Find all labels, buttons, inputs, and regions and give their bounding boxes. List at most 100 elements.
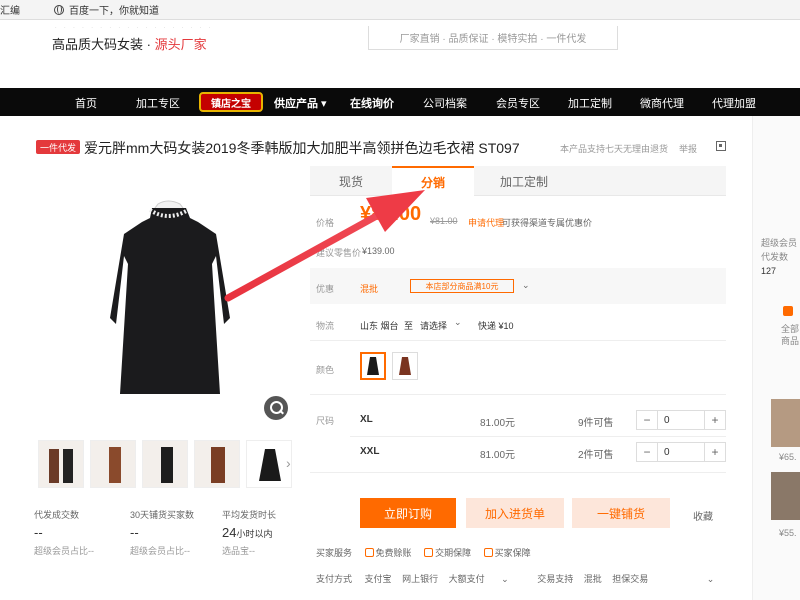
quantity-input[interactable]: 0 <box>657 443 705 461</box>
thumbnail[interactable] <box>38 440 84 488</box>
add-to-cart-button[interactable]: 加入进货单 <box>466 498 564 528</box>
main-nav: 首页 加工专区 镇店之宝 供应产品 ▾ 在线询价 公司档案 会员专区 加工定制 … <box>0 88 800 116</box>
shipping-destination-select[interactable]: 请选择 <box>420 319 447 332</box>
shop-header: · · · · · · · · · · · · · · · · · · 高品质大… <box>0 20 800 88</box>
main-product-image[interactable] <box>40 168 290 418</box>
minus-button[interactable]: − <box>637 411 657 429</box>
promo-type: 混批 <box>360 284 379 294</box>
size-price: 81.00元 <box>480 450 516 461</box>
side-label[interactable]: 商品 <box>781 334 799 347</box>
seller-stats: 代发成交数 -- 超级会员占比-- 30天铺货买家数 -- 超级会员占比-- 平… <box>34 508 304 568</box>
nav-item-wechat-agent[interactable]: 微商代理 <box>640 95 684 111</box>
chevron-down-icon[interactable]: ⌄ <box>501 574 509 584</box>
report-link[interactable]: 举报 <box>679 142 697 155</box>
chevron-down-icon[interactable]: ⌄ <box>454 317 462 328</box>
thumbnail[interactable] <box>90 440 136 488</box>
service-item[interactable]: 免费赊账 <box>376 548 412 558</box>
tab-custom-processing[interactable]: 加工定制 <box>474 166 574 196</box>
nav-item-home[interactable]: 首页 <box>75 95 97 111</box>
color-swatch-black[interactable] <box>360 352 386 380</box>
divider <box>310 394 726 395</box>
qrcode-icon[interactable] <box>716 141 726 151</box>
thumbnail-strip <box>38 440 298 488</box>
services-label: 买家服务 <box>316 548 353 558</box>
buy-now-button[interactable]: 立即订购 <box>360 498 456 528</box>
stat-label: 30天铺货买家数 <box>130 510 195 520</box>
one-click-list-button[interactable]: 一键铺货 <box>572 498 670 528</box>
chevron-right-icon[interactable]: › <box>286 455 296 471</box>
size-stock: 9件可售 <box>578 418 614 429</box>
stat-value: -- <box>34 525 43 540</box>
bookmarks-bar: 汇编 百度一下，你就知道 <box>0 0 800 20</box>
minus-button[interactable]: − <box>637 443 657 461</box>
side-product-image[interactable] <box>771 399 800 447</box>
side-label: 超级会员 <box>761 238 798 248</box>
stat-label: 代发成交数 <box>34 510 80 520</box>
stat-unit: 小时以内 <box>236 529 273 539</box>
tab-distribution[interactable]: 分销 <box>392 166 474 196</box>
slogan-accent: 源头厂家 <box>154 37 207 52</box>
stat-dropship-orders: 代发成交数 -- 超级会员占比-- <box>34 508 124 557</box>
zoom-icon[interactable] <box>264 396 288 420</box>
plus-button[interactable]: + <box>705 443 725 461</box>
tab-in-stock[interactable]: 现货 <box>310 166 392 196</box>
bookmark-item[interactable]: 汇编 <box>0 2 20 17</box>
stat-sub: 选品宝-- <box>222 546 255 556</box>
category-icon <box>783 306 793 316</box>
shield-icon <box>364 548 374 557</box>
bookmark-item[interactable]: 百度一下，你就知道 <box>69 2 159 17</box>
thumbnail[interactable] <box>142 440 188 488</box>
nav-item-custom[interactable]: 加工定制 <box>568 95 612 111</box>
slogan-text: 高品质大码女装 · <box>52 37 155 52</box>
trade-item: 担保交易 <box>612 574 649 584</box>
size-price: 81.00元 <box>480 418 516 429</box>
product-title: 爱元胖mm大码女装2019冬季韩版加大加肥半高领拼色边毛衣裙 ST097 <box>84 140 520 156</box>
plus-button[interactable]: + <box>705 411 725 429</box>
retail-label: 建议零售价 <box>316 248 362 258</box>
stat-buyers: 30天铺货买家数 -- 超级会员占比-- <box>130 508 220 557</box>
promo-detail[interactable]: 本店部分商品满10元 <box>410 279 514 293</box>
color-label: 颜色 <box>316 365 335 375</box>
favorite-button[interactable]: 收藏 <box>693 508 713 523</box>
divider <box>350 436 726 437</box>
stat-number: 24 <box>222 525 237 540</box>
service-item[interactable]: 买家保障 <box>495 548 531 558</box>
retail-price: ¥139.00 <box>362 246 395 256</box>
payment-item: 大额支付 <box>448 574 485 584</box>
stat-value: 24小时以内 <box>222 525 312 540</box>
nav-item-inquiry[interactable]: 在线询价 <box>350 95 394 111</box>
apply-agent-link[interactable]: 申请代理 <box>468 216 504 229</box>
size-row-xxl: XXL 81.00元 2件可售 − 0 + <box>310 438 726 468</box>
thumbnail[interactable] <box>194 440 240 488</box>
side-price: ¥55. <box>779 528 797 538</box>
service-item[interactable]: 交期保障 <box>435 548 471 558</box>
size-name: XXL <box>360 446 380 457</box>
side-value: 127 <box>761 266 777 276</box>
nav-item-company[interactable]: 公司档案 <box>423 95 467 111</box>
stat-value: -- <box>130 525 139 540</box>
nav-item-franchise[interactable]: 代理加盟 <box>712 95 756 111</box>
shipping-express: 快递 ¥10 <box>478 321 514 331</box>
promise-box: 厂家直销 · 品质保证 · 模特实拍 · 一件代发 <box>368 26 618 50</box>
quantity-input[interactable]: 0 <box>657 411 705 429</box>
divider <box>310 340 726 341</box>
original-price: ¥81.00 <box>430 216 458 226</box>
divider <box>310 472 726 473</box>
shop-slogan: 高品质大码女装 · 源头厂家 <box>52 34 207 53</box>
nav-item-products[interactable]: 供应产品 ▾ <box>274 95 327 111</box>
payment-label: 支付方式 <box>316 574 353 584</box>
quantity-stepper: − 0 + <box>636 442 726 462</box>
stat-label: 平均发货时长 <box>222 510 277 520</box>
stat-sub: 超级会员占比-- <box>34 546 94 556</box>
nav-item-processing[interactable]: 加工专区 <box>136 95 180 111</box>
clock-icon <box>424 548 434 557</box>
size-row-xl: XL 81.00元 9件可售 − 0 + <box>310 406 726 436</box>
nav-badge-featured[interactable]: 镇店之宝 <box>199 92 263 112</box>
chevron-down-icon[interactable]: ⌄ <box>522 280 530 291</box>
side-product-image[interactable] <box>771 472 800 520</box>
nav-item-members[interactable]: 会员专区 <box>496 95 540 111</box>
chevron-down-icon[interactable]: ⌄ <box>707 574 715 584</box>
payment-item: 网上银行 <box>402 574 439 584</box>
size-stock: 2件可售 <box>578 450 614 461</box>
color-swatch-brown[interactable] <box>392 352 418 380</box>
